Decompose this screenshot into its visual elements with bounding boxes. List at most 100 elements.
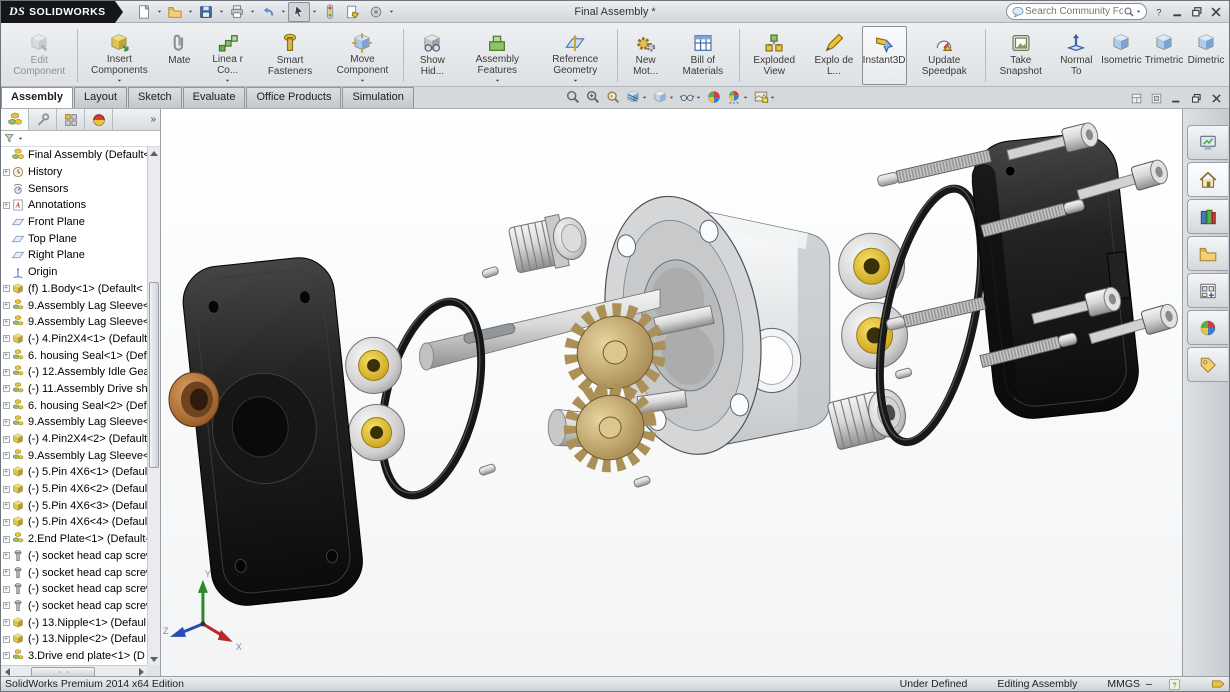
configuration-manager-tab[interactable] bbox=[57, 109, 85, 130]
tree-item[interactable]: + (-) 13.Nipple<2> (Defaul bbox=[1, 631, 147, 648]
restore-button[interactable] bbox=[1188, 4, 1205, 20]
copper-bushing[interactable] bbox=[168, 371, 220, 428]
search-box[interactable] bbox=[1006, 3, 1147, 20]
isometric-button[interactable]: Isometric bbox=[1100, 26, 1143, 85]
tree-item[interactable]: + A Annotations bbox=[1, 197, 147, 214]
expand-toggle[interactable]: + bbox=[1, 385, 11, 393]
instant3d-button[interactable]: Instant3D bbox=[861, 26, 907, 85]
filter-caret-icon[interactable] bbox=[17, 135, 24, 142]
hide-show-items-button[interactable] bbox=[678, 89, 703, 105]
save-dropdown-caret[interactable] bbox=[218, 8, 225, 15]
expand-toggle[interactable]: + bbox=[1, 569, 11, 577]
tree-item[interactable]: + (-) 5.Pin 4X6<2> (Defaul bbox=[1, 481, 147, 498]
move-component-caret[interactable] bbox=[359, 77, 366, 84]
mate-button[interactable]: Mate bbox=[158, 26, 200, 85]
expand-toggle[interactable]: + bbox=[1, 452, 11, 460]
tree-item[interactable]: Right Plane bbox=[1, 247, 147, 264]
undo-dropdown-caret[interactable] bbox=[280, 8, 287, 15]
tree-item[interactable]: Front Plane bbox=[1, 214, 147, 231]
expand-toggle[interactable]: + bbox=[1, 302, 11, 310]
reference-geometry-button[interactable]: Reference Geometry bbox=[536, 26, 614, 85]
tree-item[interactable]: + (-) socket head cap screw bbox=[1, 598, 147, 615]
dimetric-button[interactable]: Dimetric bbox=[1185, 26, 1227, 85]
file-properties-button[interactable] bbox=[342, 2, 364, 22]
tree-item[interactable]: + (-) 13.Nipple<1> (Defaul bbox=[1, 614, 147, 631]
options-dropdown-caret[interactable] bbox=[388, 8, 395, 15]
tab-evaluate[interactable]: Evaluate bbox=[182, 87, 246, 108]
viewport-split-button[interactable] bbox=[1128, 90, 1145, 106]
tree-item[interactable]: Sensors bbox=[1, 180, 147, 197]
insert-components-caret[interactable] bbox=[116, 77, 123, 84]
tab-layout[interactable]: Layout bbox=[73, 87, 128, 108]
expand-toggle[interactable]: + bbox=[1, 602, 11, 610]
expand-toggle[interactable]: + bbox=[1, 502, 11, 510]
smart-fasteners-button[interactable]: Smart Fasteners bbox=[255, 26, 325, 85]
expand-toggle[interactable]: + bbox=[1, 585, 11, 593]
zoom-to-area-button[interactable] bbox=[584, 89, 602, 105]
tree-item[interactable]: +9.Assembly Lag Sleeve< bbox=[1, 447, 147, 464]
expand-toggle[interactable]: + bbox=[1, 518, 11, 526]
tree-item[interactable]: + (-) 5.Pin 4X6<3> (Defaul bbox=[1, 497, 147, 514]
bill-of-materials-button[interactable]: Bill of Materials bbox=[670, 26, 735, 85]
expand-toggle[interactable]: + bbox=[1, 418, 11, 426]
tree-item[interactable]: Final Assembly (Default<D bbox=[1, 147, 147, 164]
solidworks-resources-tab[interactable] bbox=[1187, 162, 1228, 197]
normal-to-button[interactable]: Normal To bbox=[1053, 26, 1100, 85]
tree-vertical-scrollbar[interactable] bbox=[147, 147, 160, 665]
tree-item[interactable]: + (-) 4.Pin2X4<1> (Default bbox=[1, 331, 147, 348]
tree-item[interactable]: + (-) 4.Pin2X4<2> (Default bbox=[1, 431, 147, 448]
tree-item[interactable]: + (-) 5.Pin 4X6<1> (Defaul bbox=[1, 464, 147, 481]
tree-item[interactable]: +9.Assembly Lag Sleeve< bbox=[1, 314, 147, 331]
minimize-button[interactable] bbox=[1169, 4, 1186, 20]
expand-toggle[interactable]: + bbox=[1, 485, 11, 493]
zoom-to-fit-button[interactable] bbox=[564, 89, 582, 105]
print-button[interactable] bbox=[226, 2, 248, 22]
expand-toggle[interactable]: + bbox=[1, 285, 11, 293]
tab-office-products[interactable]: Office Products bbox=[246, 87, 342, 108]
take-snapshot-button[interactable]: Take Snapshot bbox=[989, 26, 1053, 85]
expand-toggle[interactable]: + bbox=[1, 652, 11, 660]
expand-toggle[interactable]: + bbox=[1, 168, 11, 176]
undo-button[interactable] bbox=[257, 2, 279, 22]
view-palette-tab[interactable] bbox=[1187, 273, 1228, 308]
close-button[interactable] bbox=[1207, 4, 1224, 20]
expand-toggle[interactable]: + bbox=[1, 335, 11, 343]
doc-close-button[interactable] bbox=[1208, 90, 1225, 106]
tree-item[interactable]: +2.End Plate<1> (Default- bbox=[1, 531, 147, 548]
explo-de-l-button[interactable]: Explo de L... bbox=[806, 26, 861, 85]
tab-simulation[interactable]: Simulation bbox=[342, 87, 414, 108]
apply-scene-button[interactable] bbox=[725, 89, 750, 105]
dimxpert-manager-tab[interactable] bbox=[85, 109, 113, 130]
expand-toggle[interactable]: + bbox=[1, 402, 11, 410]
doc-restore-button[interactable] bbox=[1188, 90, 1205, 106]
quick-tips-icon[interactable] bbox=[1209, 676, 1226, 692]
select-button[interactable] bbox=[288, 1, 311, 22]
expand-toggle[interactable]: + bbox=[1, 619, 11, 627]
update-speedpak-button[interactable]: Update Speedpak bbox=[907, 26, 982, 85]
tree-item[interactable]: + (-) socket head cap screw bbox=[1, 548, 147, 565]
expand-toggle[interactable]: + bbox=[1, 635, 11, 643]
search-input[interactable] bbox=[1025, 6, 1123, 17]
filter-funnel-icon[interactable] bbox=[3, 132, 16, 145]
expand-toggle[interactable]: + bbox=[1, 352, 11, 360]
property-manager-tab[interactable] bbox=[29, 109, 57, 130]
new-mot-button[interactable]: New Mot... bbox=[621, 26, 670, 85]
tree-item[interactable]: Top Plane bbox=[1, 230, 147, 247]
file-explorer-tab[interactable] bbox=[1187, 236, 1228, 271]
tree-tabs-overflow-chevron[interactable]: » bbox=[150, 109, 160, 130]
tree-item[interactable]: + (-) socket head cap screw bbox=[1, 581, 147, 598]
assembly-features-button[interactable]: Assembly Features bbox=[458, 26, 536, 85]
section-view-button[interactable] bbox=[624, 89, 649, 105]
appearances-scenes-tab[interactable] bbox=[1187, 310, 1228, 345]
display-style-button[interactable] bbox=[651, 89, 676, 105]
rear-end-plate[interactable] bbox=[968, 130, 1142, 422]
scroll-up-arrow[interactable] bbox=[148, 147, 160, 159]
graphics-viewport[interactable]: Y Z X bbox=[161, 109, 1182, 678]
tree-item[interactable]: + (-) socket head cap screw bbox=[1, 564, 147, 581]
doc-minimize-button[interactable] bbox=[1168, 90, 1185, 106]
tree-item[interactable]: +6. housing Seal<1> (Def bbox=[1, 347, 147, 364]
tree-item[interactable]: + (-) 11.Assembly Drive sh bbox=[1, 381, 147, 398]
show-hid-button[interactable]: Show Hid... bbox=[407, 26, 459, 85]
linea-r-co-button[interactable]: Linea r Co... bbox=[200, 26, 255, 85]
expand-toggle[interactable]: + bbox=[1, 552, 11, 560]
